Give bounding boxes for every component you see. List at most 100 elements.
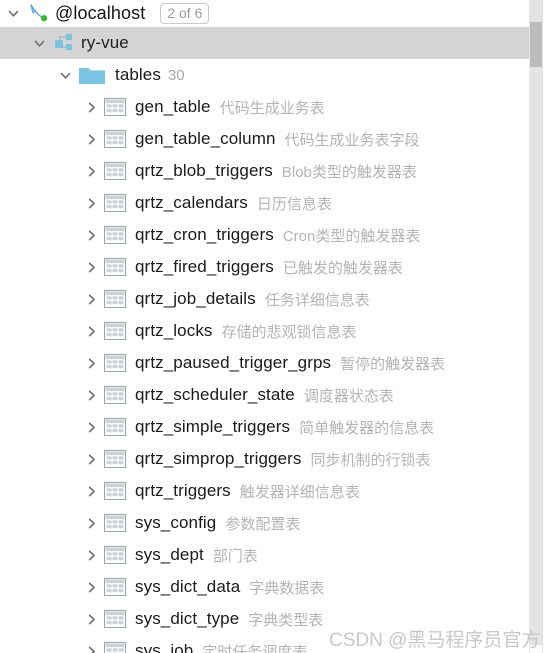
table-list: gen_table 代码生成业务表 gen_table_column 代码生成业务表字…	[0, 91, 530, 653]
tables-group-label: tables	[115, 65, 161, 84]
table-row[interactable]: qrtz_calendars 日历信息表	[0, 187, 530, 219]
table-icon	[104, 192, 132, 214]
tree-row-tables-group[interactable]: tables 30	[0, 59, 530, 91]
table-row[interactable]: qrtz_triggers 触发器详细信息表	[0, 475, 530, 507]
table-name: sys_dict_type	[135, 609, 240, 628]
object-tree[interactable]: @localhost 2 of 6 ry-vue tables 30 gen_t…	[0, 0, 530, 653]
indent-spacer	[0, 427, 78, 428]
chevron-right-icon[interactable]	[78, 347, 104, 379]
table-row[interactable]: qrtz_simple_triggers 简单触发器的信息表	[0, 411, 530, 443]
table-name: qrtz_job_details	[135, 289, 256, 308]
table-comment: 任务详细信息表	[264, 291, 370, 309]
chevron-right-icon[interactable]	[78, 155, 104, 187]
table-row[interactable]: qrtz_blob_triggers Blob类型的触发器表	[0, 155, 530, 187]
chevron-right-icon[interactable]	[78, 507, 104, 539]
indent-spacer	[0, 651, 78, 652]
chevron-right-icon[interactable]	[78, 603, 104, 635]
chevron-right-icon[interactable]	[78, 411, 104, 443]
table-row[interactable]: qrtz_paused_trigger_grps 暂停的触发器表	[0, 347, 530, 379]
folder-icon	[78, 64, 112, 86]
table-name: qrtz_simprop_triggers	[135, 449, 302, 468]
tree-row-database[interactable]: ry-vue	[0, 27, 530, 59]
indent-spacer	[0, 107, 78, 108]
indent-spacer	[0, 523, 78, 524]
table-row[interactable]: sys_dict_type 字典类型表	[0, 603, 530, 635]
table-icon	[104, 352, 132, 374]
indent-spacer	[0, 555, 78, 556]
chevron-right-icon[interactable]	[78, 123, 104, 155]
table-icon	[104, 288, 132, 310]
chevron-right-icon[interactable]	[78, 635, 104, 653]
table-comment: 部门表	[212, 547, 258, 565]
chevron-right-icon[interactable]	[78, 539, 104, 571]
table-name: gen_table_column	[135, 129, 276, 148]
table-row[interactable]: sys_dict_data 字典数据表	[0, 571, 530, 603]
indent-spacer	[0, 491, 78, 492]
chevron-right-icon[interactable]	[78, 91, 104, 123]
table-name: qrtz_fired_triggers	[135, 257, 274, 276]
indent-spacer	[0, 587, 78, 588]
chevron-right-icon[interactable]	[78, 475, 104, 507]
chevron-right-icon[interactable]	[78, 251, 104, 283]
chevron-right-icon[interactable]	[78, 315, 104, 347]
database-label: ry-vue	[81, 33, 129, 52]
table-icon	[104, 512, 132, 534]
table-row[interactable]: sys_job 定时任务调度表	[0, 635, 530, 653]
table-row[interactable]: qrtz_cron_triggers Cron类型的触发器表	[0, 219, 530, 251]
table-row[interactable]: qrtz_locks 存储的悲观锁信息表	[0, 315, 530, 347]
chevron-right-icon[interactable]	[78, 283, 104, 315]
table-name: qrtz_scheduler_state	[135, 385, 295, 404]
table-comment: 暂停的触发器表	[340, 355, 446, 373]
table-row[interactable]: gen_table 代码生成业务表	[0, 91, 530, 123]
table-comment: 参数配置表	[225, 515, 301, 533]
table-icon	[104, 128, 132, 150]
table-comment: 存储的悲观锁信息表	[221, 323, 357, 341]
chevron-down-icon[interactable]	[0, 0, 26, 27]
table-name: qrtz_paused_trigger_grps	[135, 353, 332, 372]
table-row[interactable]: qrtz_job_details 任务详细信息表	[0, 283, 530, 315]
table-name: sys_dept	[135, 545, 204, 564]
table-name: gen_table	[135, 97, 211, 116]
table-row[interactable]: sys_config 参数配置表	[0, 507, 530, 539]
indent-spacer	[0, 395, 78, 396]
table-icon	[104, 160, 132, 182]
table-name: sys_config	[135, 513, 217, 532]
table-row[interactable]: gen_table_column 代码生成业务表字段	[0, 123, 530, 155]
table-comment: 定时任务调度表	[202, 643, 308, 653]
tree-row-connection[interactable]: @localhost 2 of 6	[0, 0, 530, 27]
table-name: qrtz_simple_triggers	[135, 417, 291, 436]
table-icon	[104, 320, 132, 342]
table-icon	[104, 544, 132, 566]
table-row[interactable]: qrtz_scheduler_state 调度器状态表	[0, 379, 530, 411]
table-comment: 触发器详细信息表	[239, 483, 360, 501]
indent-spacer	[0, 43, 26, 44]
database-tree-panel: @localhost 2 of 6 ry-vue tables 30 gen_t…	[0, 0, 550, 653]
chevron-right-icon[interactable]	[78, 187, 104, 219]
table-comment: 同步机制的行锁表	[310, 451, 431, 469]
table-comment: 字典类型表	[248, 611, 324, 629]
table-icon	[104, 640, 132, 653]
vertical-scrollbar[interactable]	[529, 0, 543, 653]
chevron-right-icon[interactable]	[78, 379, 104, 411]
table-row[interactable]: sys_dept 部门表	[0, 539, 530, 571]
indent-spacer	[0, 75, 52, 76]
table-name: sys_job	[135, 641, 194, 653]
table-row[interactable]: qrtz_simprop_triggers 同步机制的行锁表	[0, 443, 530, 475]
table-icon	[104, 416, 132, 438]
chevron-right-icon[interactable]	[78, 443, 104, 475]
indent-spacer	[0, 171, 78, 172]
chevron-right-icon[interactable]	[78, 571, 104, 603]
chevron-down-icon[interactable]	[52, 59, 78, 91]
table-comment: Blob类型的触发器表	[281, 163, 417, 181]
table-comment: 代码生成业务表字段	[284, 131, 420, 149]
table-row[interactable]: qrtz_fired_triggers 已触发的触发器表	[0, 251, 530, 283]
table-icon	[104, 448, 132, 470]
chevron-down-icon[interactable]	[26, 27, 52, 59]
table-icon	[104, 608, 132, 630]
table-comment: 日历信息表	[256, 195, 332, 213]
table-icon	[104, 224, 132, 246]
table-comment: Cron类型的触发器表	[282, 227, 421, 245]
chevron-right-icon[interactable]	[78, 219, 104, 251]
indent-spacer	[0, 235, 78, 236]
indent-spacer	[0, 299, 78, 300]
